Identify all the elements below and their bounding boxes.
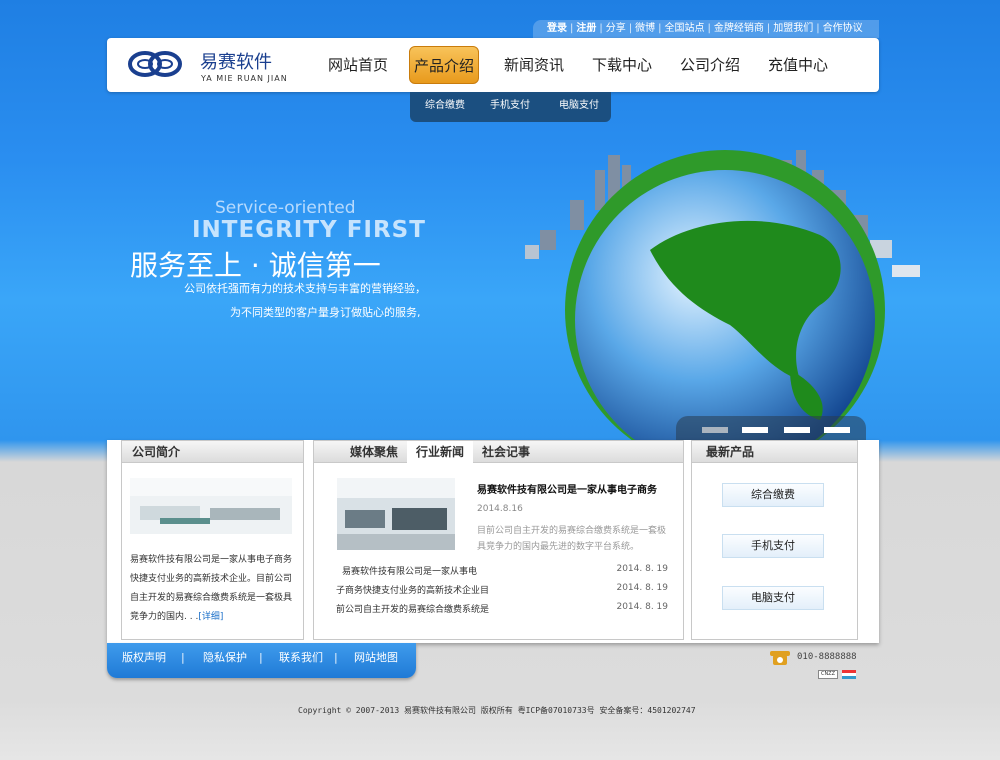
gold-dealer-link[interactable]: 金牌经销商 (714, 23, 764, 34)
footer-nav: 版权声明 | 隐私保护 | 联系我们 | 网站地图 (107, 643, 416, 678)
national-sites-link[interactable]: 全国站点 (665, 23, 705, 34)
top-links-bar: 登录 | 注册 | 分享 | 微博 | 全国站点 | 金牌经销商 | 加盟我们 | 合作协议 (533, 20, 879, 38)
nav-products[interactable]: 产品介绍 (409, 46, 479, 84)
news-item-date: 2014. 8. 19 (616, 564, 668, 574)
product-comprehensive-button[interactable]: 综合缴费 (722, 483, 824, 507)
news-panel: 媒体聚焦 行业新闻 社会记事 易赛软件技有限公司是一家从事电子商务 2014.8.1… (313, 440, 684, 640)
nav-recharge[interactable]: 充值中心 (763, 46, 833, 84)
news-item-title[interactable]: 子商务快捷支付业务的高新技术企业目 (336, 583, 489, 596)
nav-news[interactable]: 新闻资讯 (499, 46, 569, 84)
news-tabs: 媒体聚焦 行业新闻 社会记事 (314, 441, 683, 463)
login-link[interactable]: 登录 (547, 23, 567, 34)
brand-name: 易赛软件 (200, 52, 272, 73)
products-panel: 最新产品 综合缴费 手机支付 电脑支付 (691, 440, 858, 640)
weibo-link[interactable]: 微博 (635, 23, 655, 34)
product-pc-button[interactable]: 电脑支付 (722, 586, 824, 610)
slide-dot-2[interactable] (742, 427, 768, 433)
featured-news-title[interactable]: 易赛软件技有限公司是一家从事电子商务 (477, 481, 657, 496)
featured-news-desc: 目前公司自主开发的易赛综合缴费系统是一套极具竞争力的国内最先进的数字平台系统。 (477, 526, 667, 552)
hero-title-cn: 服务至上 · 诚信第一 (130, 249, 381, 282)
logo-icon[interactable] (127, 48, 183, 80)
about-panel: 公司简介 易赛软件技有限公司是一家从事电子商务快捷支付业务的高新技术企业。目前公… (121, 440, 304, 640)
news-list: 易赛软件技有限公司是一家从事电 2014. 8. 19 子商务快捷支付业务的高新技… (336, 564, 668, 621)
footer-link-sitemap[interactable]: 网站地图 (354, 643, 398, 673)
subnav-item-comprehensive[interactable]: 综合缴费 (425, 92, 465, 120)
featured-news-date: 2014.8.16 (477, 504, 523, 514)
news-item-title[interactable]: 前公司自主开发的易赛综合缴费系统是 (336, 602, 489, 615)
news-item-date: 2014. 8. 19 (616, 602, 668, 612)
office-photo (130, 478, 292, 534)
hero-line-2: 为不同类型的客户量身订做贴心的服务, (230, 306, 421, 319)
stats-flag-icon[interactable] (842, 670, 856, 679)
nav-company[interactable]: 公司介绍 (675, 46, 745, 84)
hero-subtitle-en: Service-oriented (215, 198, 356, 218)
tab-social-events[interactable]: 社会记事 (473, 441, 539, 463)
news-photo (337, 478, 455, 550)
list-item: 前公司自主开发的易赛综合缴费系统是 2014. 8. 19 (336, 602, 668, 621)
header: 易赛软件 YA MIE RUAN JIAN 网站首页 产品介绍 新闻资讯 下载中… (107, 38, 879, 92)
cnzz-badge[interactable]: CNZZ (818, 670, 838, 679)
share-link[interactable]: 分享 (606, 23, 626, 34)
register-link[interactable]: 注册 (576, 23, 596, 34)
slide-dot-3[interactable] (784, 427, 810, 433)
news-item-date: 2014. 8. 19 (616, 583, 668, 593)
subnav-item-mobile[interactable]: 手机支付 (490, 92, 530, 120)
footer-link-privacy[interactable]: 隐私保护 (203, 643, 247, 673)
about-title: 公司简介 (122, 441, 303, 463)
footer-link-contact[interactable]: 联系我们 (279, 643, 323, 673)
slide-dot-1[interactable] (702, 427, 728, 433)
subnav-item-pc[interactable]: 电脑支付 (559, 92, 599, 120)
brand-subtitle: YA MIE RUAN JIAN (201, 74, 288, 83)
news-item-title[interactable]: 易赛软件技有限公司是一家从事电 (342, 564, 477, 577)
phone-number: 010-8888888 (797, 652, 857, 662)
hero-title-en: INTEGRITY FIRST (192, 217, 426, 243)
phone-icon (770, 651, 790, 665)
about-more-link[interactable]: [详细] (198, 612, 223, 622)
copyright-text: Copyright © 2007-2013 易赛软件技有限公司 版权所有 粤IC… (298, 706, 696, 715)
product-mobile-button[interactable]: 手机支付 (722, 534, 824, 558)
footer-link-copyright[interactable]: 版权声明 (122, 643, 166, 673)
products-title: 最新产品 (692, 441, 857, 463)
list-item: 易赛软件技有限公司是一家从事电 2014. 8. 19 (336, 564, 668, 583)
slide-dot-4[interactable] (824, 427, 850, 433)
tab-media-focus[interactable]: 媒体聚焦 (341, 441, 407, 463)
hero-line-1: 公司依托强而有力的技术支持与丰富的营销经验， (184, 282, 426, 295)
join-us-link[interactable]: 加盟我们 (773, 23, 813, 34)
globe-city-image (525, 150, 920, 440)
list-item: 子商务快捷支付业务的高新技术企业目 2014. 8. 19 (336, 583, 668, 602)
cooperation-link[interactable]: 合作协议 (823, 23, 863, 34)
nav-home[interactable]: 网站首页 (323, 46, 393, 84)
products-subnav: 综合缴费 手机支付 电脑支付 (410, 92, 611, 122)
nav-downloads[interactable]: 下载中心 (587, 46, 657, 84)
tab-industry-news[interactable]: 行业新闻 (407, 441, 474, 463)
about-text: 易赛软件技有限公司是一家从事电子商务快捷支付业务的高新技术企业。目前公司自主开发… (130, 551, 298, 627)
